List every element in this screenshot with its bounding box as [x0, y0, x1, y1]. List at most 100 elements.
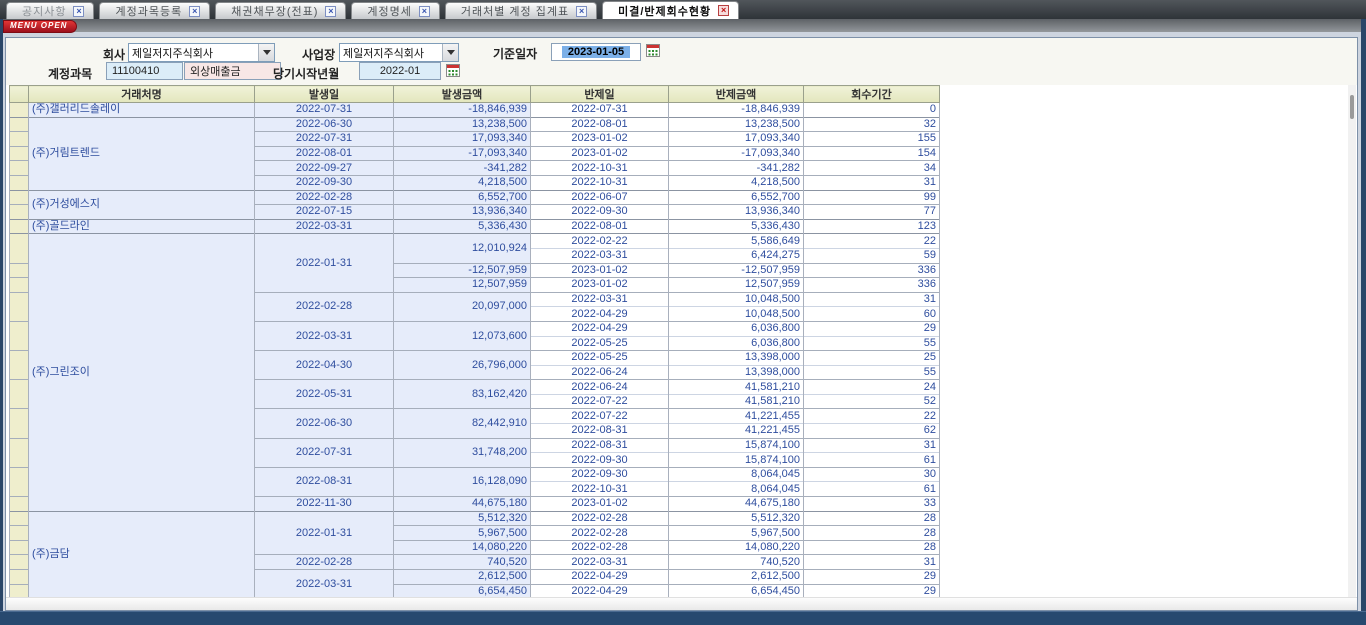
cell-occur-amount[interactable]: -12,507,959 [394, 263, 531, 278]
cell-collection-days[interactable]: 32 [804, 117, 940, 132]
cell-collection-days[interactable]: 28 [804, 526, 940, 541]
cell-settle-date[interactable]: 2022-04-29 [531, 307, 669, 322]
row-header-cell[interactable] [10, 467, 29, 496]
cell-occur-amount[interactable]: 31,748,200 [394, 438, 531, 467]
row-header-cell[interactable] [10, 161, 29, 176]
cell-settle-date[interactable]: 2022-05-25 [531, 351, 669, 366]
cell-settle-amount[interactable]: 17,093,340 [669, 132, 804, 147]
company-select[interactable]: 제일저지주식회사 [128, 43, 275, 62]
row-header-cell[interactable] [10, 380, 29, 409]
cell-collection-days[interactable]: 62 [804, 424, 940, 439]
tab-close-icon[interactable] [73, 6, 84, 17]
cell-collection-days[interactable]: 31 [804, 555, 940, 570]
cell-settle-amount[interactable]: 41,221,455 [669, 409, 804, 424]
cell-collection-days[interactable]: 336 [804, 263, 940, 278]
cell-settle-date[interactable]: 2022-08-01 [531, 117, 669, 132]
cell-settle-date[interactable]: 2023-01-02 [531, 278, 669, 293]
cell-collection-days[interactable]: 28 [804, 540, 940, 555]
cell-occur-amount[interactable]: -17,093,340 [394, 146, 531, 161]
cell-settle-date[interactable]: 2022-06-24 [531, 365, 669, 380]
cell-collection-days[interactable]: 25 [804, 351, 940, 366]
cell-customer-name[interactable]: (주)갤러리드솔레이 [29, 103, 255, 118]
row-header-cell[interactable] [10, 205, 29, 220]
cell-occur-amount[interactable]: 16,128,090 [394, 467, 531, 496]
cell-settle-amount[interactable]: 6,036,800 [669, 336, 804, 351]
col-header-occur-date[interactable]: 발생일 [255, 86, 394, 103]
cell-occur-date[interactable]: 2022-06-30 [255, 409, 394, 438]
cell-settle-date[interactable]: 2022-04-29 [531, 321, 669, 336]
account-name-input[interactable]: 외상매출금 [184, 62, 281, 80]
cell-settle-date[interactable]: 2023-01-02 [531, 132, 669, 147]
cell-settle-date[interactable]: 2022-09-30 [531, 467, 669, 482]
cell-settle-amount[interactable]: 6,424,275 [669, 248, 804, 263]
cell-collection-days[interactable]: 31 [804, 438, 940, 453]
cell-collection-days[interactable]: 30 [804, 467, 940, 482]
account-code-input[interactable]: 11100410 [106, 62, 183, 80]
cell-settle-date[interactable]: 2022-03-31 [531, 555, 669, 570]
cell-occur-date[interactable]: 2022-03-31 [255, 321, 394, 350]
cell-settle-date[interactable]: 2022-03-31 [531, 248, 669, 263]
cell-occur-date[interactable]: 2022-11-30 [255, 497, 394, 512]
cell-settle-date[interactable]: 2022-10-31 [531, 482, 669, 497]
cell-occur-amount[interactable]: 13,936,340 [394, 205, 531, 220]
cell-settle-amount[interactable]: 15,874,100 [669, 438, 804, 453]
tab-close-icon[interactable] [718, 5, 729, 16]
tab-account-register[interactable]: 계정과목등록 [99, 2, 210, 19]
cell-settle-date[interactable]: 2022-04-29 [531, 570, 669, 585]
cell-occur-amount[interactable]: 12,010,924 [394, 234, 531, 263]
cell-customer-name[interactable]: (주)거림트렌드 [29, 117, 255, 190]
cell-occur-amount[interactable]: 14,080,220 [394, 540, 531, 555]
cell-occur-amount[interactable]: -18,846,939 [394, 103, 531, 118]
cell-settle-amount[interactable]: 14,080,220 [669, 540, 804, 555]
cell-collection-days[interactable]: 59 [804, 248, 940, 263]
tab-customer-account-summary[interactable]: 거래처별 계정 집계표 [445, 2, 597, 19]
cell-occur-date[interactable]: 2022-09-27 [255, 161, 394, 176]
horizontal-scrollbar[interactable] [6, 597, 1357, 610]
cell-settle-amount[interactable]: 10,048,500 [669, 292, 804, 307]
row-header-cell[interactable] [10, 117, 29, 132]
cell-settle-amount[interactable]: 44,675,180 [669, 497, 804, 512]
row-header-cell[interactable] [10, 570, 29, 585]
cell-occur-amount[interactable]: 83,162,420 [394, 380, 531, 409]
row-header-cell[interactable] [10, 351, 29, 380]
cell-settle-date[interactable]: 2022-05-25 [531, 336, 669, 351]
cell-settle-amount[interactable]: 8,064,045 [669, 467, 804, 482]
cell-occur-amount[interactable]: 82,442,910 [394, 409, 531, 438]
cell-customer-name[interactable]: (주)거성에스지 [29, 190, 255, 219]
cell-occur-date[interactable]: 2022-03-31 [255, 219, 394, 234]
cell-settle-amount[interactable]: 5,967,500 [669, 526, 804, 541]
cell-occur-amount[interactable]: 5,336,430 [394, 219, 531, 234]
row-header-cell[interactable] [10, 555, 29, 570]
cell-collection-days[interactable]: 0 [804, 103, 940, 118]
cell-collection-days[interactable]: 55 [804, 336, 940, 351]
cell-occur-date[interactable]: 2022-07-31 [255, 103, 394, 118]
row-header-cell[interactable] [10, 146, 29, 161]
cell-occur-amount[interactable]: 5,967,500 [394, 526, 531, 541]
cell-settle-amount[interactable]: 6,552,700 [669, 190, 804, 205]
cell-settle-date[interactable]: 2022-08-01 [531, 219, 669, 234]
cell-occur-date[interactable]: 2022-06-30 [255, 117, 394, 132]
cell-settle-amount[interactable]: 13,398,000 [669, 351, 804, 366]
cell-settle-amount[interactable]: -12,507,959 [669, 263, 804, 278]
cell-occur-amount[interactable]: 740,520 [394, 555, 531, 570]
cell-occur-amount[interactable]: 44,675,180 [394, 497, 531, 512]
cell-settle-amount[interactable]: -18,846,939 [669, 103, 804, 118]
cell-settle-date[interactable]: 2022-07-31 [531, 103, 669, 118]
cell-occur-date[interactable]: 2022-07-31 [255, 132, 394, 147]
cell-collection-days[interactable]: 155 [804, 132, 940, 147]
vertical-scrollbar[interactable] [1348, 85, 1356, 599]
cell-settle-date[interactable]: 2022-06-24 [531, 380, 669, 395]
cell-settle-amount[interactable]: 10,048,500 [669, 307, 804, 322]
cell-occur-amount[interactable]: 17,093,340 [394, 132, 531, 147]
cell-settle-date[interactable]: 2022-02-28 [531, 526, 669, 541]
cell-collection-days[interactable]: 336 [804, 278, 940, 293]
cell-settle-amount[interactable]: 15,874,100 [669, 453, 804, 468]
cell-settle-amount[interactable]: 4,218,500 [669, 175, 804, 190]
cell-occur-date[interactable]: 2022-07-31 [255, 438, 394, 467]
cell-collection-days[interactable]: 29 [804, 570, 940, 585]
cell-occur-date[interactable]: 2022-09-30 [255, 175, 394, 190]
cell-occur-date[interactable]: 2022-08-31 [255, 467, 394, 496]
cell-customer-name[interactable]: (주)그린조이 [29, 234, 255, 511]
cell-settle-date[interactable]: 2022-09-30 [531, 453, 669, 468]
period-start-input[interactable]: 2022-01 [359, 62, 441, 80]
